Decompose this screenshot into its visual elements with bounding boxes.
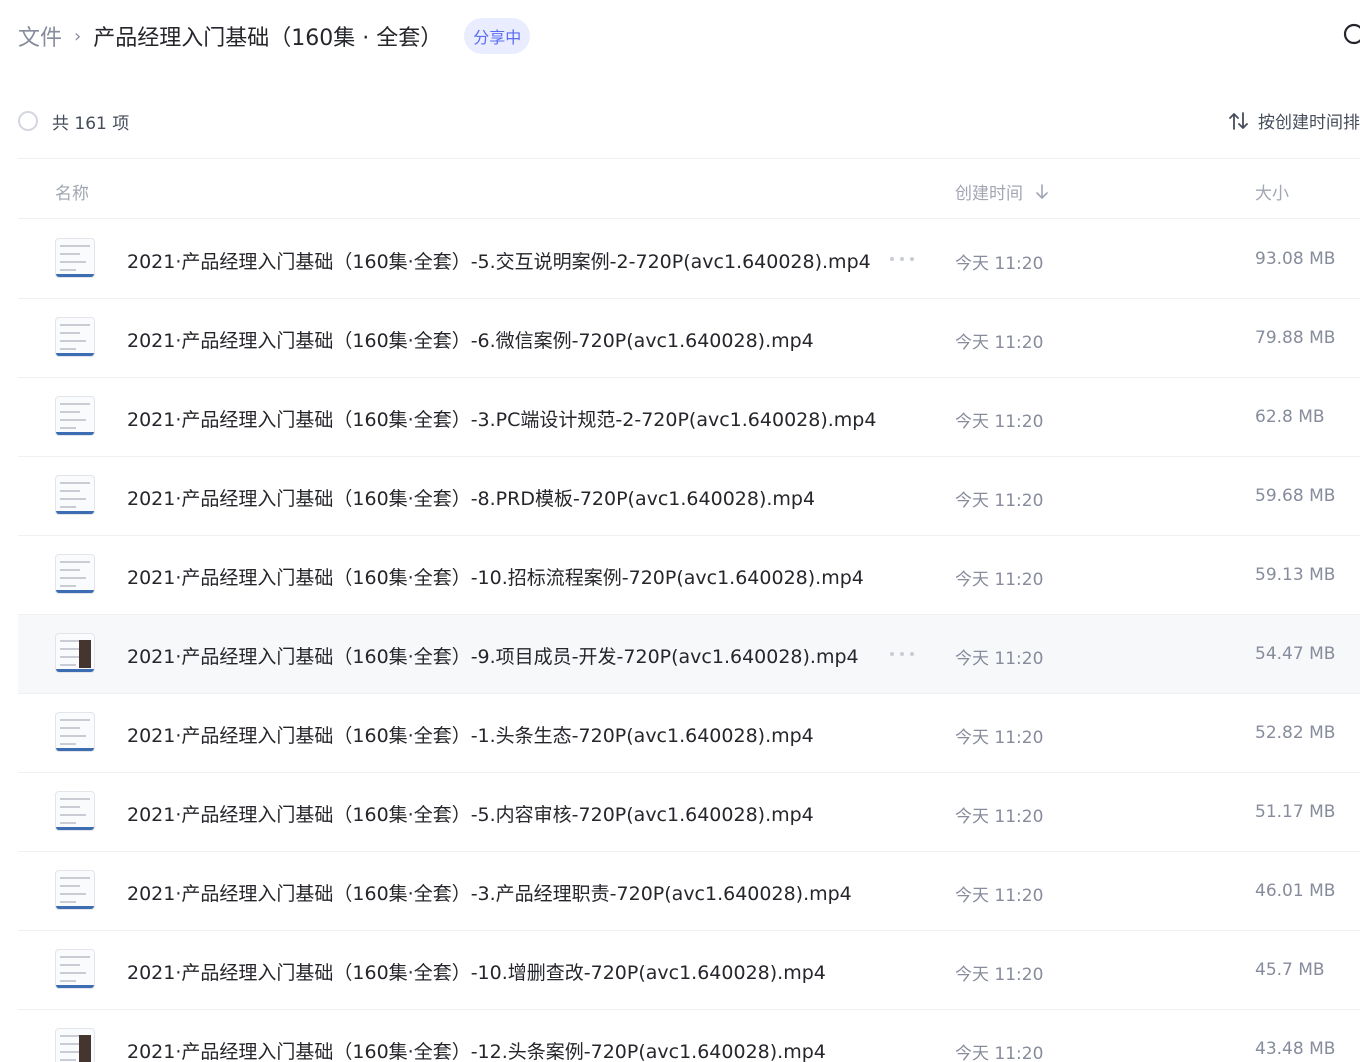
select-all-checkbox[interactable]: [18, 111, 38, 131]
file-row[interactable]: 2021·产品经理入门基础（160集·全套）-8.PRD模板-720P(avc1…: [18, 457, 1360, 536]
column-created-time-label: 创建时间: [955, 184, 1023, 204]
header: 文件 › 产品经理入门基础（160集 · 全套） 分享中: [18, 14, 1360, 58]
column-name[interactable]: 名称: [55, 179, 89, 204]
file-name[interactable]: 2021·产品经理入门基础（160集·全套）-9.项目成员-开发-720P(av…: [127, 642, 879, 669]
file-created-time: 今天 11:20: [955, 333, 1044, 353]
file-row[interactable]: 2021·产品经理入门基础（160集·全套）-6.微信案例-720P(avc1.…: [18, 299, 1360, 378]
column-size[interactable]: 大小: [1255, 179, 1289, 204]
breadcrumb-separator: ›: [74, 25, 82, 47]
file-row[interactable]: 2021·产品经理入门基础（160集·全套）-3.产品经理职责-720P(avc…: [18, 852, 1360, 931]
video-thumbnail-icon: [55, 791, 95, 831]
arrow-down-icon: [1036, 183, 1048, 199]
file-created-time: 今天 11:20: [955, 491, 1044, 511]
file-row[interactable]: 2021·产品经理入门基础（160集·全套）-3.PC端设计规范-2-720P(…: [18, 378, 1360, 457]
file-name[interactable]: 2021·产品经理入门基础（160集·全套）-1.头条生态-720P(avc1.…: [127, 721, 879, 748]
file-name[interactable]: 2021·产品经理入门基础（160集·全套）-5.交互说明案例-2-720P(a…: [127, 247, 879, 274]
file-row[interactable]: 2021·产品经理入门基础（160集·全套）-1.头条生态-720P(avc1.…: [18, 694, 1360, 773]
file-row[interactable]: 2021·产品经理入门基础（160集·全套）-5.交互说明案例-2-720P(a…: [18, 220, 1360, 299]
file-browser: 文件 › 产品经理入门基础（160集 · 全套） 分享中 共 161 项 按创建…: [0, 0, 1360, 1062]
video-thumbnail-icon: [55, 1028, 95, 1062]
file-size: 51.17 MB: [1255, 802, 1336, 822]
file-size: 59.68 MB: [1255, 486, 1336, 506]
share-status-badge[interactable]: 分享中: [464, 18, 531, 54]
file-name[interactable]: 2021·产品经理入门基础（160集·全套）-12.头条案例-720P(avc1…: [127, 1037, 879, 1062]
video-thumbnail-icon: [55, 712, 95, 752]
divider: [18, 158, 1360, 159]
file-size: 45.7 MB: [1255, 960, 1325, 980]
file-size: 62.8 MB: [1255, 407, 1325, 427]
file-size: 54.47 MB: [1255, 644, 1336, 664]
file-created-time: 今天 11:20: [955, 254, 1044, 274]
file-name[interactable]: 2021·产品经理入门基础（160集·全套）-6.微信案例-720P(avc1.…: [127, 326, 879, 353]
sort-arrows-icon: [1229, 111, 1248, 130]
file-list: 2021·产品经理入门基础（160集·全套）-5.交互说明案例-2-720P(a…: [18, 220, 1360, 1062]
file-row[interactable]: 2021·产品经理入门基础（160集·全套）-12.头条案例-720P(avc1…: [18, 1010, 1360, 1062]
video-thumbnail-icon: [55, 870, 95, 910]
video-thumbnail-icon: [55, 475, 95, 515]
file-created-time: 今天 11:20: [955, 807, 1044, 827]
file-row[interactable]: 2021·产品经理入门基础（160集·全套）-5.内容审核-720P(avc1.…: [18, 773, 1360, 852]
file-name[interactable]: 2021·产品经理入门基础（160集·全套）-5.内容审核-720P(avc1.…: [127, 800, 879, 827]
file-created-time: 今天 11:20: [955, 965, 1044, 985]
video-thumbnail-icon: [55, 396, 95, 436]
file-name[interactable]: 2021·产品经理入门基础（160集·全套）-3.产品经理职责-720P(avc…: [127, 879, 879, 906]
file-name[interactable]: 2021·产品经理入门基础（160集·全套）-10.增删查改-720P(avc1…: [127, 958, 879, 985]
video-thumbnail-icon: [55, 554, 95, 594]
sort-button[interactable]: 按创建时间排序: [1228, 108, 1360, 133]
file-name[interactable]: 2021·产品经理入门基础（160集·全套）-8.PRD模板-720P(avc1…: [127, 484, 879, 511]
more-icon[interactable]: [890, 645, 914, 663]
video-thumbnail-icon: [55, 633, 95, 673]
file-row[interactable]: 2021·产品经理入门基础（160集·全套）-10.增删查改-720P(avc1…: [18, 931, 1360, 1010]
file-name[interactable]: 2021·产品经理入门基础（160集·全套）-3.PC端设计规范-2-720P(…: [127, 405, 879, 432]
file-size: 52.82 MB: [1255, 723, 1336, 743]
breadcrumb-root[interactable]: 文件: [18, 20, 62, 52]
file-size: 93.08 MB: [1255, 249, 1336, 269]
file-size: 59.13 MB: [1255, 565, 1336, 585]
video-thumbnail-icon: [55, 949, 95, 989]
file-row[interactable]: 2021·产品经理入门基础（160集·全套）-10.招标流程案例-720P(av…: [18, 536, 1360, 615]
column-header: 名称 创建时间 大小: [18, 160, 1360, 219]
column-created-time[interactable]: 创建时间: [955, 179, 1049, 204]
file-size: 46.01 MB: [1255, 881, 1336, 901]
file-name[interactable]: 2021·产品经理入门基础（160集·全套）-10.招标流程案例-720P(av…: [127, 563, 879, 590]
toolbar: 共 161 项 按创建时间排序: [18, 104, 1360, 138]
file-created-time: 今天 11:20: [955, 412, 1044, 432]
file-row[interactable]: 2021·产品经理入门基础（160集·全套）-9.项目成员-开发-720P(av…: [18, 615, 1360, 694]
file-created-time: 今天 11:20: [955, 649, 1044, 669]
video-thumbnail-icon: [55, 238, 95, 278]
item-count: 共 161 项: [52, 113, 130, 134]
file-created-time: 今天 11:20: [955, 728, 1044, 748]
file-created-time: 今天 11:20: [955, 1044, 1044, 1062]
file-created-time: 今天 11:20: [955, 886, 1044, 906]
search-icon[interactable]: [1342, 22, 1360, 48]
video-thumbnail-icon: [55, 317, 95, 357]
sort-label: 按创建时间排序: [1258, 113, 1360, 133]
file-created-time: 今天 11:20: [955, 570, 1044, 590]
file-size: 79.88 MB: [1255, 328, 1336, 348]
more-icon[interactable]: [890, 250, 914, 268]
page-title: 产品经理入门基础（160集 · 全套）: [93, 26, 443, 51]
file-size: 43.48 MB: [1255, 1039, 1336, 1059]
